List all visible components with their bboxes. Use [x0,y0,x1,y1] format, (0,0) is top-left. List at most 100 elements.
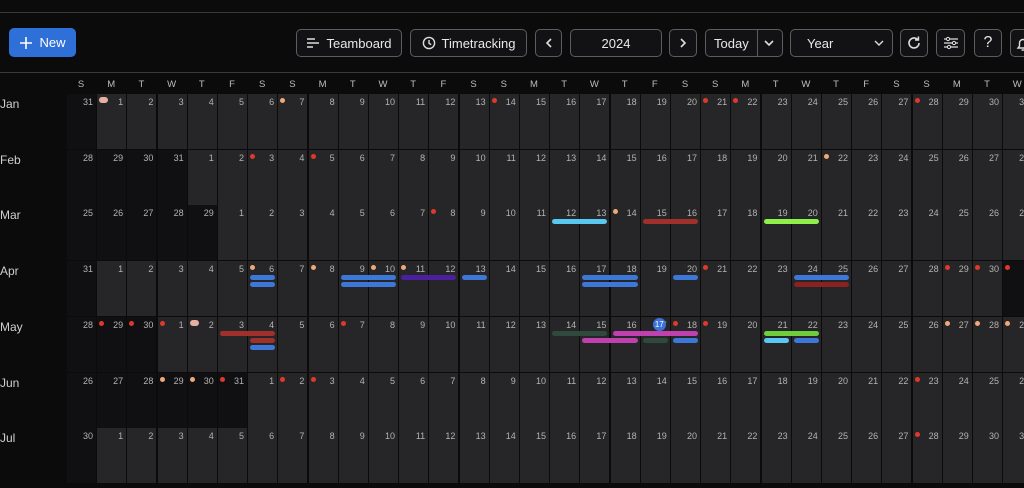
day-cell[interactable]: 13 [459,94,489,149]
event-bar[interactable] [250,275,276,281]
day-cell[interactable]: 13 [580,205,610,261]
day-cell[interactable]: 20 [671,94,700,149]
day-cell[interactable]: 31 [157,149,187,205]
day-cell[interactable]: 15 [640,205,670,261]
day-cell[interactable]: 9 [459,205,489,261]
day-cell[interactable]: 27 [1003,205,1024,261]
day-cell[interactable]: 18 [701,149,731,205]
day-cell[interactable]: 4 [278,149,308,205]
day-cell[interactable]: 18 [610,428,640,484]
day-cell[interactable]: 15 [610,149,640,205]
day-cell[interactable]: 9 [338,94,368,149]
day-cell[interactable]: 27 [127,205,157,261]
event-bar[interactable] [673,275,698,281]
day-cell[interactable]: 10 [489,205,519,261]
chevron-down-icon[interactable] [763,38,775,48]
event-bar[interactable] [552,219,608,225]
day-cell[interactable]: 5 [218,261,247,317]
day-cell[interactable]: 27 [882,94,912,149]
day-cell[interactable]: 12 [520,149,549,205]
day-cell[interactable]: 1 [97,261,127,317]
event-bar[interactable] [582,275,638,281]
day-cell[interactable]: 13 [520,316,549,372]
day-cell[interactable]: 14 [550,316,580,372]
day-cell[interactable]: 15 [520,261,549,317]
event-bar[interactable] [642,219,698,225]
day-cell[interactable]: 12 [550,205,580,261]
day-cell[interactable]: 18 [610,94,640,149]
day-cell[interactable]: 8 [459,372,489,428]
day-cell[interactable]: 17 [671,149,700,205]
day-cell[interactable]: 24 [852,316,882,372]
day-cell[interactable]: 19 [640,261,670,317]
event-bar[interactable] [763,219,819,225]
day-cell[interactable]: 10 [520,372,549,428]
day-cell[interactable]: 24 [791,261,821,317]
event-bar[interactable] [763,330,819,336]
day-cell[interactable]: 26 [97,205,127,261]
day-cell[interactable]: 12 [429,261,459,317]
day-cell[interactable]: 28 [157,205,187,261]
day-cell[interactable]: 13 [550,149,580,205]
day-cell[interactable]: 20 [671,428,700,484]
teamboard-button[interactable]: Teamboard [296,29,402,57]
day-cell[interactable]: 4 [187,428,217,484]
day-cell[interactable]: 29 [942,94,972,149]
day-cell[interactable]: 19 [761,205,791,261]
timetracking-button[interactable]: Timetracking [410,29,527,57]
day-cell[interactable]: 12 [580,372,610,428]
day-cell[interactable]: 16 [610,316,640,372]
day-cell[interactable]: 4 [308,205,338,261]
day-cell[interactable]: 5 [338,205,368,261]
day-cell[interactable]: 29 [942,428,972,484]
day-cell[interactable]: 25 [822,261,851,317]
day-cell[interactable]: 23 [761,261,791,317]
day-cell[interactable]: 16 [671,205,700,261]
day-cell[interactable]: 7 [369,149,398,205]
day-cell[interactable]: 10 [369,428,398,484]
day-cell[interactable]: 26 [942,149,972,205]
day-cell[interactable]: 6 [308,316,338,372]
day-cell[interactable]: 5 [218,428,247,484]
day-cell[interactable]: 20 [822,372,851,428]
year-display[interactable]: 2024 [570,29,662,57]
previous-year-button[interactable] [535,29,562,57]
day-cell[interactable]: 16 [550,94,580,149]
day-cell[interactable]: 26 [852,94,882,149]
help-button[interactable]: ? [974,29,1002,57]
day-cell[interactable]: 27 [882,261,912,317]
day-cell[interactable]: 2 [127,94,157,149]
day-cell[interactable]: 22 [731,261,761,317]
day-cell[interactable]: 5 [369,372,398,428]
day-cell[interactable]: 18 [610,261,640,317]
refresh-button[interactable] [900,29,928,57]
day-cell[interactable]: 12 [429,94,459,149]
day-cell[interactable]: 2 [127,261,157,317]
day-cell[interactable]: 26 [852,428,882,484]
event-bar[interactable] [612,330,698,336]
day-cell[interactable]: 17 [580,428,610,484]
day-cell[interactable]: 28 [127,372,157,428]
day-cell[interactable]: 9 [489,372,519,428]
day-cell[interactable]: 2 [248,205,278,261]
day-cell[interactable]: 8 [369,316,398,372]
day-cell[interactable]: 2 [218,149,247,205]
day-cell[interactable]: 4 [338,372,368,428]
day-cell[interactable]: 14 [489,428,519,484]
day-cell[interactable]: 19 [731,149,761,205]
day-cell[interactable]: 23 [761,428,791,484]
day-cell[interactable]: 22 [852,205,882,261]
day-cell[interactable]: 6 [399,372,429,428]
day-cell[interactable]: 24 [791,428,821,484]
day-cell[interactable]: 9 [338,261,368,317]
day-cell[interactable]: 11 [550,372,580,428]
day-cell[interactable]: 30 [973,428,1002,484]
day-cell[interactable]: 27 [882,428,912,484]
day-cell[interactable]: 21 [852,372,882,428]
day-cell[interactable]: 29 [187,205,217,261]
day-cell[interactable]: 3 [157,94,187,149]
day-cell[interactable]: 8 [308,428,338,484]
day-cell[interactable]: 15 [520,428,549,484]
event-bar[interactable] [250,337,276,343]
day-cell[interactable]: 29 [97,149,127,205]
